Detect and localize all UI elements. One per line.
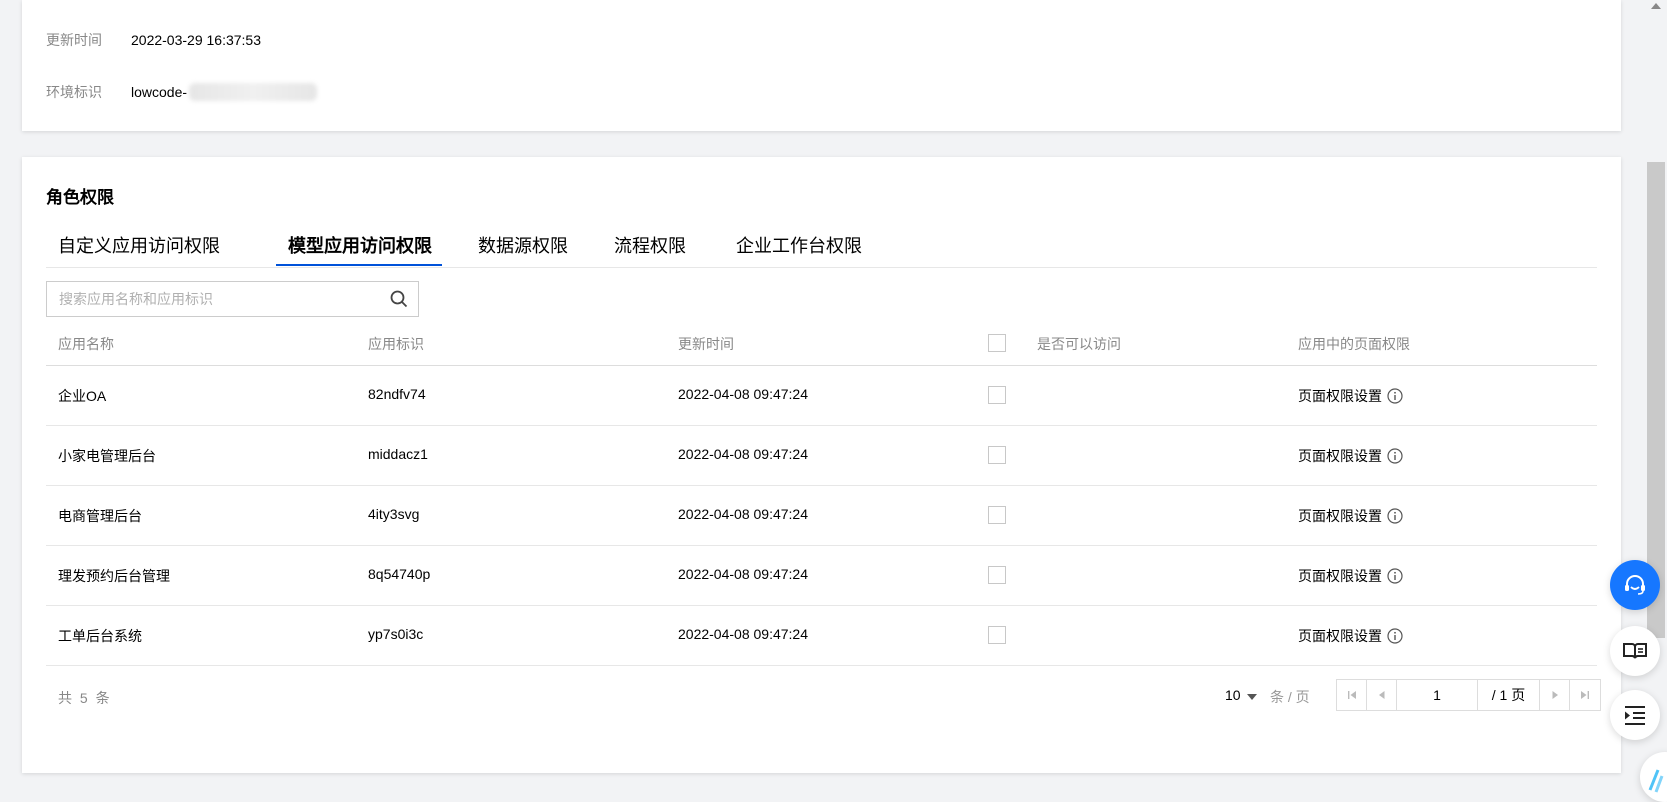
header-page-permissions: 应用中的页面权限: [1298, 336, 1410, 352]
info-circle-icon[interactable]: [1387, 508, 1403, 524]
page-permission-setting[interactable]: 页面权限设置: [1298, 386, 1403, 406]
page-number-input[interactable]: [1397, 680, 1478, 710]
support-button[interactable]: [1610, 560, 1660, 610]
prev-page-button[interactable]: [1367, 680, 1397, 710]
search-input[interactable]: [47, 282, 377, 316]
active-tab-indicator: [276, 264, 442, 266]
environment-info-card: 更新时间 2022-03-29 16:37:53 环境标识 lowcode-: [22, 0, 1621, 131]
app-id: 82ndfv74: [368, 386, 426, 402]
pager-controls: / 1 页: [1336, 679, 1601, 711]
first-page-icon: [1347, 691, 1356, 699]
update-time-value: 2022-03-29 16:37:53: [131, 32, 261, 48]
docs-button[interactable]: [1610, 626, 1660, 676]
app-id: 4ity3svg: [368, 506, 420, 522]
total-count: 共 5 条: [58, 690, 112, 706]
first-page-button[interactable]: [1337, 680, 1367, 710]
search-box: [46, 281, 419, 317]
table-row: 企业OA 82ndfv74 2022-04-08 09:47:24 页面权限设置: [46, 366, 1597, 426]
update-time: 2022-04-08 09:47:24: [678, 566, 808, 582]
table-row: 电商管理后台 4ity3svg 2022-04-08 09:47:24 页面权限…: [46, 486, 1597, 546]
list-indent-icon: [1625, 706, 1645, 725]
open-book-icon: [1623, 643, 1647, 659]
update-time-row: 更新时间 2022-03-29 16:37:53: [46, 30, 261, 50]
table-header: 应用名称 应用标识 更新时间 是否可以访问 应用中的页面权限: [46, 320, 1597, 366]
update-time: 2022-04-08 09:47:24: [678, 626, 808, 642]
table-row: 小家电管理后台 middacz1 2022-04-08 09:47:24 页面权…: [46, 426, 1597, 486]
per-page-label: 条 / 页: [1270, 689, 1310, 705]
permission-tabs: 自定义应用访问权限 模型应用访问权限 数据源权限 流程权限 企业工作台权限: [46, 235, 1597, 268]
select-all-checkbox[interactable]: [988, 334, 1006, 352]
update-time: 2022-04-08 09:47:24: [678, 506, 808, 522]
app-name: 电商管理后台: [58, 508, 142, 524]
update-time: 2022-04-08 09:47:24: [678, 386, 808, 402]
caret-down-icon[interactable]: [1246, 693, 1257, 700]
app-name: 理发预约后台管理: [58, 568, 170, 584]
access-checkbox[interactable]: [988, 626, 1006, 644]
page-size-select[interactable]: 10: [1225, 687, 1257, 703]
redacted-env-id: [189, 83, 318, 101]
next-page-button[interactable]: [1540, 680, 1570, 710]
env-id-row: 环境标识 lowcode-: [46, 82, 318, 102]
access-checkbox[interactable]: [988, 506, 1006, 524]
prev-page-icon: [1378, 691, 1384, 699]
headset-icon: [1625, 575, 1645, 595]
role-permissions-card: 角色权限 自定义应用访问权限 模型应用访问权限 数据源权限 流程权限 企业工作台…: [22, 157, 1621, 773]
access-checkbox[interactable]: [988, 566, 1006, 584]
table-row: 理发预约后台管理 8q54740p 2022-04-08 09:47:24 页面…: [46, 546, 1597, 606]
env-id-value: lowcode-: [131, 84, 188, 100]
access-checkbox[interactable]: [988, 446, 1006, 464]
page-permission-link[interactable]: 页面权限设置: [1298, 566, 1382, 586]
assistant-button[interactable]: [1640, 752, 1667, 802]
page-permission-link[interactable]: 页面权限设置: [1298, 446, 1382, 466]
total-pages: / 1 页: [1478, 680, 1540, 710]
table-row: 工单后台系统 yp7s0i3c 2022-04-08 09:47:24 页面权限…: [46, 606, 1597, 666]
header-update-time: 更新时间: [678, 336, 734, 352]
last-page-icon: [1581, 691, 1589, 699]
app-name: 工单后台系统: [58, 628, 142, 644]
access-checkbox[interactable]: [988, 386, 1006, 404]
info-circle-icon[interactable]: [1387, 568, 1403, 584]
page-permission-setting[interactable]: 页面权限设置: [1298, 566, 1403, 586]
last-page-button[interactable]: [1570, 680, 1600, 710]
tab-custom-app-access[interactable]: 自定义应用访问权限: [58, 235, 220, 266]
info-circle-icon[interactable]: [1387, 448, 1403, 464]
app-id: middacz1: [368, 446, 428, 462]
outline-button[interactable]: [1610, 690, 1660, 740]
page-permission-link[interactable]: 页面权限设置: [1298, 386, 1382, 406]
search-icon[interactable]: [390, 290, 408, 308]
header-can-access: 是否可以访问: [1037, 336, 1121, 352]
app-id: 8q54740p: [368, 566, 431, 582]
update-time: 2022-04-08 09:47:24: [678, 446, 808, 462]
header-app-name: 应用名称: [58, 336, 114, 352]
assistant-icon: [1648, 769, 1664, 793]
tab-datasource[interactable]: 数据源权限: [478, 235, 568, 266]
info-circle-icon[interactable]: [1387, 388, 1403, 404]
app-name: 企业OA: [58, 388, 107, 404]
page-permission-setting[interactable]: 页面权限设置: [1298, 626, 1403, 646]
app-name: 小家电管理后台: [58, 448, 156, 464]
tab-model-app-access[interactable]: 模型应用访问权限: [288, 235, 432, 266]
page-permission-setting[interactable]: 页面权限设置: [1298, 446, 1403, 466]
info-circle-icon[interactable]: [1387, 628, 1403, 644]
page-permission-link[interactable]: 页面权限设置: [1298, 626, 1382, 646]
env-id-label: 环境标识: [46, 84, 102, 100]
header-app-id: 应用标识: [368, 336, 424, 352]
scroll-up-arrow-icon[interactable]: [1651, 3, 1661, 9]
tab-workflow[interactable]: 流程权限: [614, 235, 686, 266]
update-time-label: 更新时间: [46, 32, 102, 48]
next-page-icon: [1552, 691, 1558, 699]
page-size-value[interactable]: 10: [1225, 687, 1241, 703]
page-permission-setting[interactable]: 页面权限设置: [1298, 506, 1403, 526]
page-permission-link[interactable]: 页面权限设置: [1298, 506, 1382, 526]
section-title: 角色权限: [46, 188, 114, 207]
tab-enterprise-workbench[interactable]: 企业工作台权限: [736, 235, 862, 266]
app-id: yp7s0i3c: [368, 626, 424, 642]
